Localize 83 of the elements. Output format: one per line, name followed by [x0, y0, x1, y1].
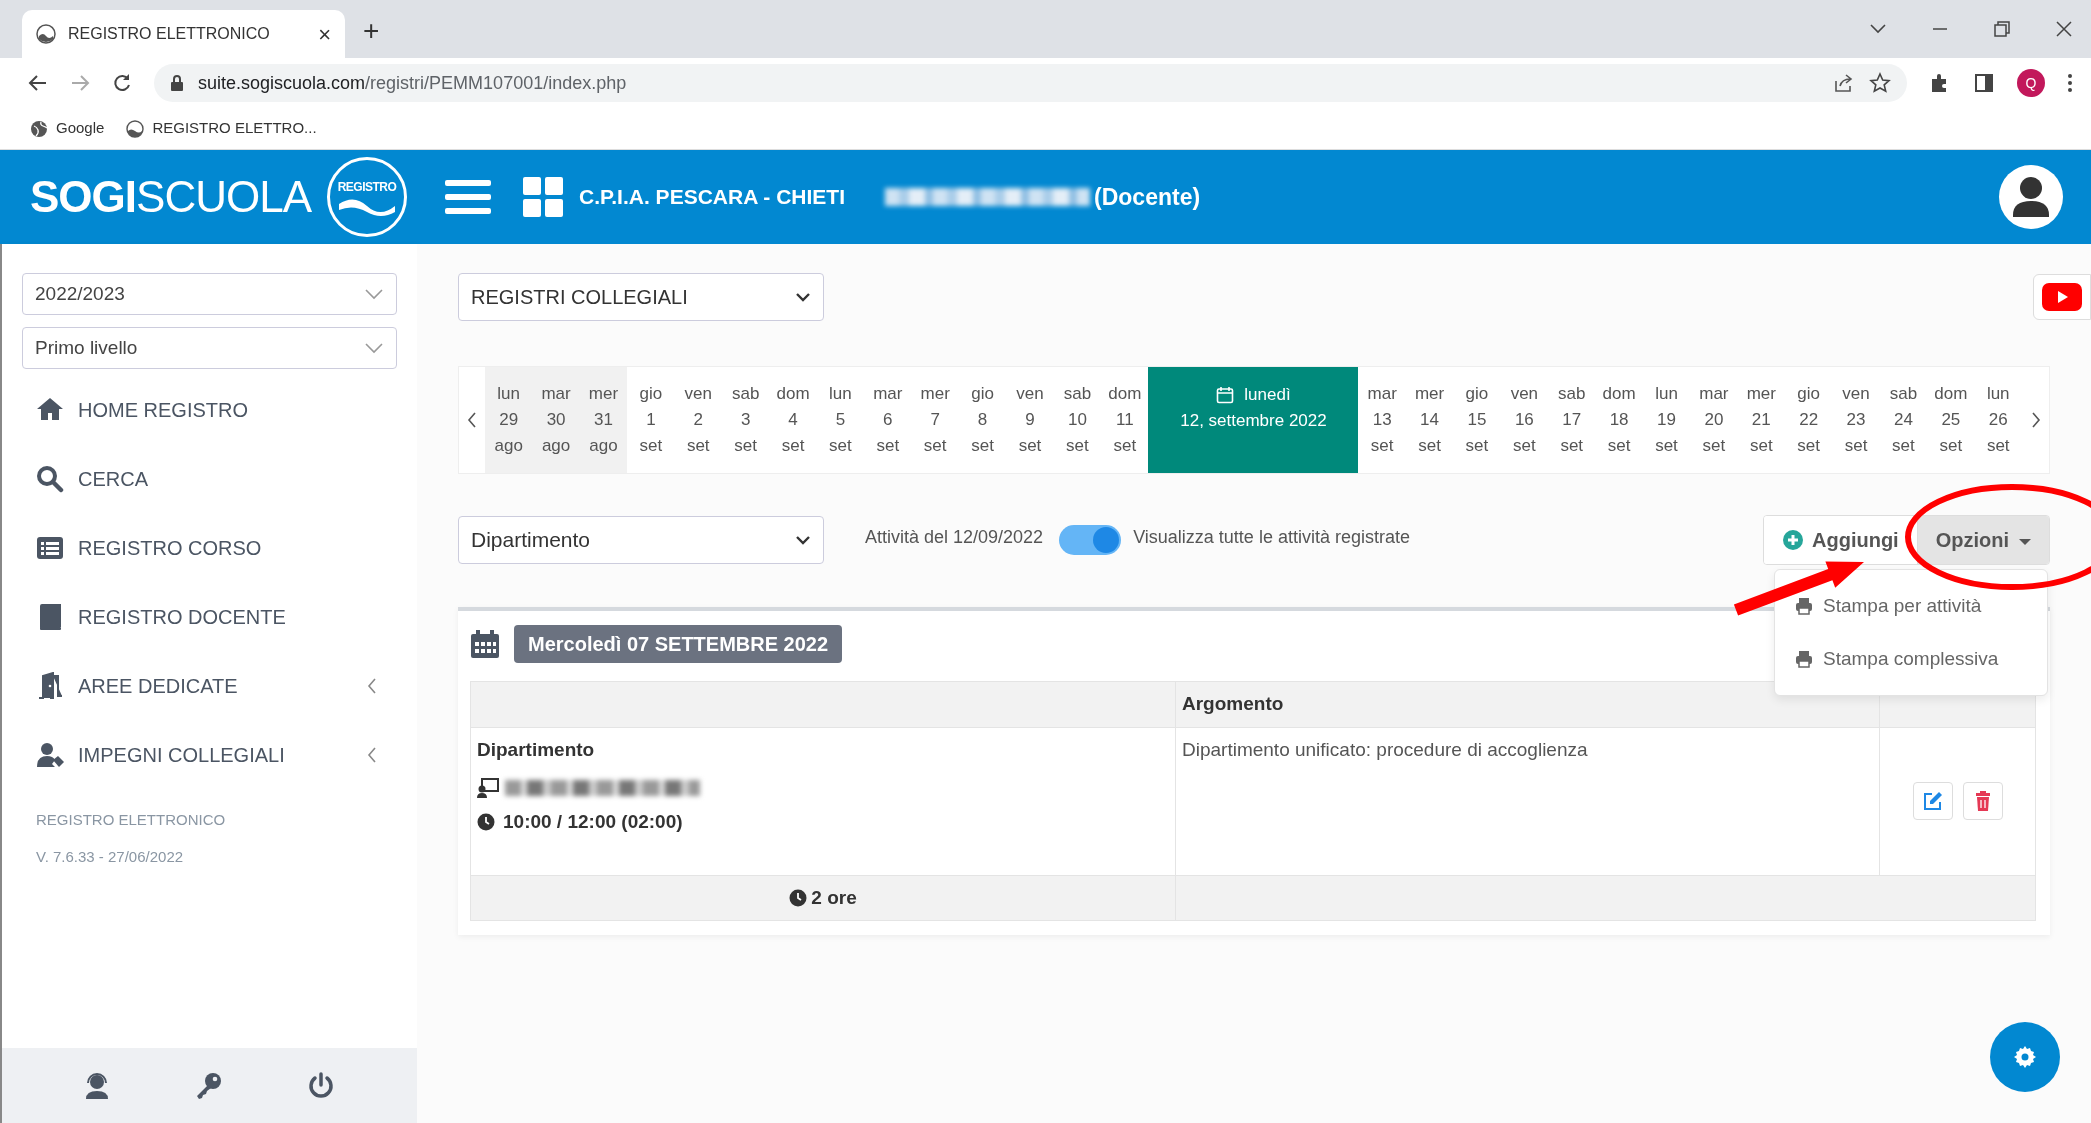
logo-text: SOGISCUOLA: [30, 171, 311, 223]
sidebar-item[interactable]: CERCA: [22, 444, 397, 513]
chevron-left-icon: [467, 411, 477, 429]
close-icon[interactable]: [2055, 20, 2073, 38]
options-button[interactable]: Opzioni: [1916, 516, 2049, 564]
star-icon[interactable]: [1869, 72, 1891, 94]
select-field[interactable]: 2022/2023: [22, 273, 397, 315]
sidebar-item[interactable]: REGISTRO CORSO: [22, 513, 397, 582]
delete-button[interactable]: [1962, 782, 2003, 820]
edit-button[interactable]: [1912, 782, 1953, 820]
profile-avatar[interactable]: Q: [2017, 69, 2045, 97]
reload-icon[interactable]: [112, 73, 132, 93]
close-tab-button[interactable]: ×: [318, 17, 331, 51]
support-agent-icon[interactable]: [84, 1071, 111, 1100]
printer-icon: [1795, 597, 1813, 616]
grid-icon[interactable]: [523, 177, 563, 217]
power-icon[interactable]: [306, 1071, 335, 1100]
app-name: REGISTRO ELETTRONICO: [36, 810, 227, 830]
sidebar-item[interactable]: REGISTRO DOCENTE: [22, 582, 397, 651]
more-menu-icon[interactable]: [2067, 72, 2073, 94]
gear-icon: [2014, 1046, 2036, 1068]
chevron-right-icon: [2031, 411, 2041, 429]
column-header: Argomento: [1175, 681, 1880, 727]
day-cell[interactable]: lunedì 12, settembre 2022: [1148, 367, 1359, 473]
school-name: C.P.I.A. PESCARA - CHIETI: [579, 184, 846, 211]
play-icon: [2042, 283, 2082, 311]
bookmark-link[interactable]: Google: [30, 117, 105, 140]
chevron-down-icon: [795, 535, 811, 545]
plus-circle-icon: [1782, 529, 1805, 551]
sidebar-item[interactable]: HOME REGISTRO: [22, 375, 397, 444]
day-cell[interactable]: mar 30 ago: [532, 367, 580, 473]
chevron-down-icon: [364, 288, 384, 300]
day-cell[interactable]: lun 29 ago: [485, 367, 533, 473]
user-role: (Docente): [1094, 182, 1201, 212]
address-bar[interactable]: suite.sogiscuola.com/registri/PEMM107001/index.php: [154, 64, 1907, 102]
bookmark-link[interactable]: REGISTRO ELETTRO...: [126, 117, 317, 140]
clock-icon: [789, 888, 808, 907]
side-panel-icon[interactable]: [1973, 72, 1995, 94]
time-range: 10:00 / 12:00 (02:00): [503, 810, 683, 834]
share-icon[interactable]: [1833, 73, 1855, 93]
door-icon: [36, 671, 64, 700]
menu-item[interactable]: Stampa complessiva: [1775, 632, 2047, 685]
toggle-label: Visualizza tutte le attività registrate: [1133, 525, 1410, 549]
register-select[interactable]: REGISTRI COLLEGIALI: [458, 273, 824, 321]
menu-item[interactable]: Stampa per attività: [1775, 580, 2047, 633]
chevron-down-icon[interactable]: [1869, 23, 1887, 35]
site-icon: [126, 119, 145, 138]
activity-date-label: Attività del 12/09/2022: [865, 525, 1044, 549]
search-icon: [36, 464, 64, 493]
site-icon: [36, 24, 56, 44]
calendar-icon: [470, 629, 500, 659]
user-tag-icon: [36, 740, 64, 769]
show-all-toggle[interactable]: [1059, 525, 1122, 555]
date-label: Mercoledì 07 SETTEMBRE 2022: [514, 625, 843, 663]
restore-icon[interactable]: [1993, 20, 2011, 38]
globe-icon: [30, 119, 48, 138]
total-hours: 2 ore: [811, 885, 857, 910]
user-avatar-icon[interactable]: [1999, 165, 2063, 229]
url-text: suite.sogiscuola.com/registri/PEMM107001/index.php: [198, 71, 628, 95]
edit-icon: [1922, 791, 1943, 811]
calendar-icon: [1216, 386, 1235, 404]
printer-icon: [1795, 649, 1813, 668]
new-tab-button[interactable]: +: [363, 10, 380, 52]
lock-icon: [170, 74, 184, 92]
chevron-down-icon: [364, 342, 384, 354]
activity-name: Dipartimento: [477, 737, 596, 762]
topic-text: Dipartimento unificato: procedure di accoglienza: [1182, 738, 1588, 760]
sidebar-item[interactable]: AREE DEDICATE: [22, 651, 397, 720]
key-icon[interactable]: [194, 1071, 223, 1100]
trash-icon: [1974, 791, 1991, 811]
clock-icon: [477, 813, 495, 832]
menu-icon[interactable]: [445, 179, 491, 215]
sidebar-item[interactable]: IMPEGNI COLLEGIALI: [22, 720, 397, 789]
back-icon[interactable]: [28, 73, 48, 93]
browser-tab[interactable]: REGISTRO ELETTRONICO ×: [22, 10, 345, 58]
teacher-icon: [477, 778, 499, 798]
version-text: V. 7.6.33 - 27/06/2022: [36, 846, 185, 867]
select-field[interactable]: Primo livello: [22, 327, 397, 369]
youtube-button[interactable]: [2033, 274, 2091, 320]
chevron-down-icon: [795, 292, 811, 302]
day-cell[interactable]: mer 31 ago: [579, 367, 628, 473]
activity-select[interactable]: Dipartimento: [458, 516, 824, 564]
registro-badge: REGISTRO: [327, 157, 407, 237]
